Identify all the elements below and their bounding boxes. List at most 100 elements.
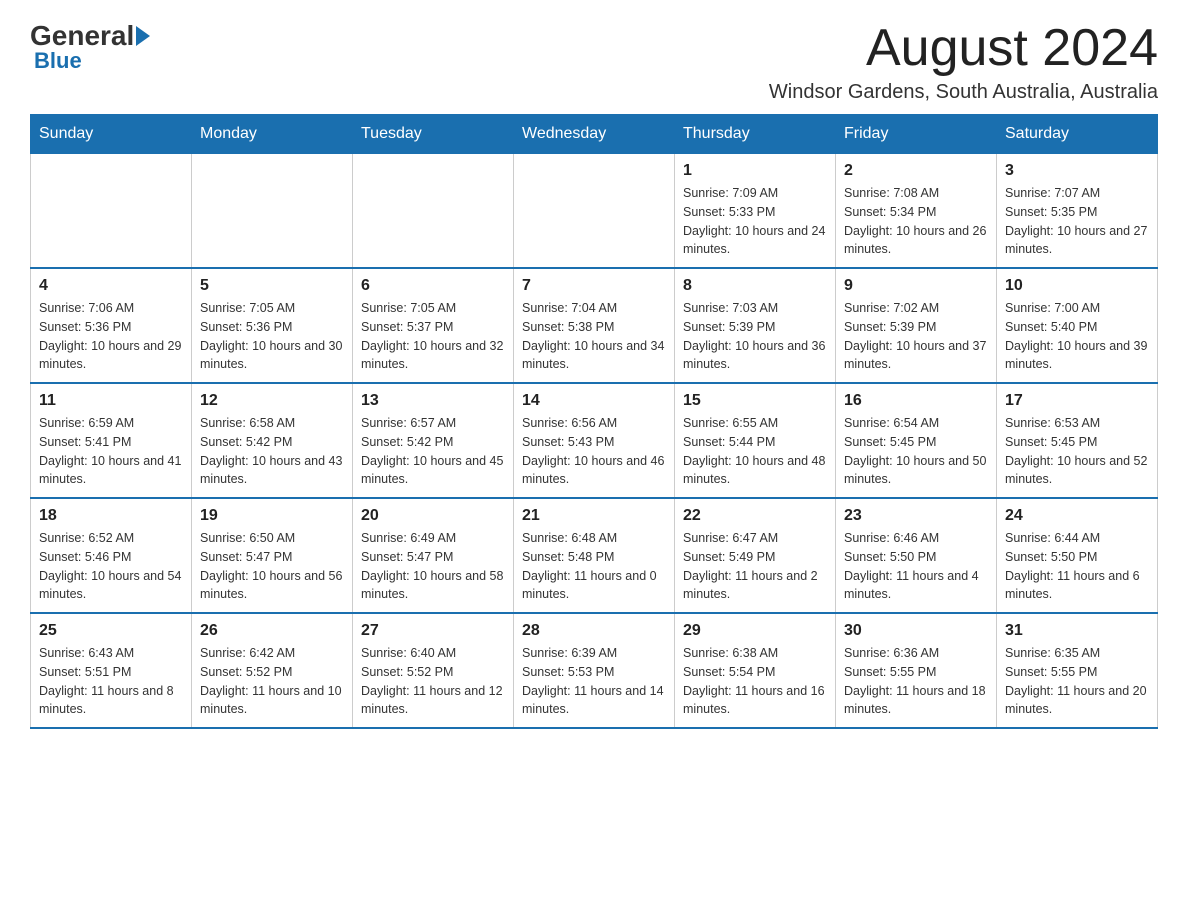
calendar-cell: 13Sunrise: 6:57 AMSunset: 5:42 PMDayligh… bbox=[353, 383, 514, 498]
day-number: 1 bbox=[683, 162, 827, 180]
calendar-cell: 9 Sunrise: 7:02 AMSunset: 5:39 PMDaylight… bbox=[836, 268, 997, 383]
calendar-cell: 24Sunrise: 6:44 AMSunset: 5:50 PMDayligh… bbox=[997, 498, 1158, 613]
day-number: 17 bbox=[1005, 392, 1149, 410]
calendar-cell: 5 Sunrise: 7:05 AMSunset: 5:36 PMDaylight… bbox=[192, 268, 353, 383]
day-info: Sunrise: 7:00 AMSunset: 5:40 PMDaylight:… bbox=[1005, 299, 1149, 374]
calendar-cell: 14 Sunrise: 6:56 AMSunset: 5:43 PMDayligh… bbox=[514, 383, 675, 498]
header-day-monday: Monday bbox=[192, 115, 353, 154]
day-number: 28 bbox=[522, 622, 666, 640]
calendar-cell bbox=[31, 154, 192, 269]
day-info: Sunrise: 6:46 AMSunset: 5:50 PMDaylight:… bbox=[844, 529, 988, 604]
calendar-cell: 20 Sunrise: 6:49 AMSunset: 5:47 PMDayligh… bbox=[353, 498, 514, 613]
day-info: Sunrise: 7:05 AMSunset: 5:36 PMDaylight:… bbox=[200, 299, 344, 374]
day-info: Sunrise: 6:59 AMSunset: 5:41 PMDaylight:… bbox=[39, 414, 183, 489]
header-day-wednesday: Wednesday bbox=[514, 115, 675, 154]
day-info: Sunrise: 6:40 AMSunset: 5:52 PMDaylight:… bbox=[361, 644, 505, 719]
logo-blue: Blue bbox=[34, 48, 82, 74]
day-number: 24 bbox=[1005, 507, 1149, 525]
header-day-tuesday: Tuesday bbox=[353, 115, 514, 154]
day-number: 25 bbox=[39, 622, 183, 640]
calendar-cell: 31Sunrise: 6:35 AMSunset: 5:55 PMDayligh… bbox=[997, 613, 1158, 728]
day-number: 23 bbox=[844, 507, 988, 525]
day-info: Sunrise: 6:50 AMSunset: 5:47 PMDaylight:… bbox=[200, 529, 344, 604]
day-number: 8 bbox=[683, 277, 827, 295]
day-info: Sunrise: 6:43 AMSunset: 5:51 PMDaylight:… bbox=[39, 644, 183, 719]
day-number: 9 bbox=[844, 277, 988, 295]
calendar-cell: 2Sunrise: 7:08 AMSunset: 5:34 PMDaylight… bbox=[836, 154, 997, 269]
day-number: 4 bbox=[39, 277, 183, 295]
day-info: Sunrise: 6:54 AMSunset: 5:45 PMDaylight:… bbox=[844, 414, 988, 489]
day-info: Sunrise: 7:03 AMSunset: 5:39 PMDaylight:… bbox=[683, 299, 827, 374]
calendar-week-row: 11Sunrise: 6:59 AMSunset: 5:41 PMDayligh… bbox=[31, 383, 1158, 498]
calendar-cell: 10 Sunrise: 7:00 AMSunset: 5:40 PMDayligh… bbox=[997, 268, 1158, 383]
calendar-week-row: 25 Sunrise: 6:43 AMSunset: 5:51 PMDayligh… bbox=[31, 613, 1158, 728]
day-number: 22 bbox=[683, 507, 827, 525]
day-number: 27 bbox=[361, 622, 505, 640]
day-info: Sunrise: 6:36 AMSunset: 5:55 PMDaylight:… bbox=[844, 644, 988, 719]
day-number: 13 bbox=[361, 392, 505, 410]
calendar-cell: 25 Sunrise: 6:43 AMSunset: 5:51 PMDayligh… bbox=[31, 613, 192, 728]
day-info: Sunrise: 6:53 AMSunset: 5:45 PMDaylight:… bbox=[1005, 414, 1149, 489]
day-number: 16 bbox=[844, 392, 988, 410]
calendar-cell: 12Sunrise: 6:58 AMSunset: 5:42 PMDayligh… bbox=[192, 383, 353, 498]
day-number: 12 bbox=[200, 392, 344, 410]
day-number: 18 bbox=[39, 507, 183, 525]
day-info: Sunrise: 6:56 AMSunset: 5:43 PMDaylight:… bbox=[522, 414, 666, 489]
calendar-table: SundayMondayTuesdayWednesdayThursdayFrid… bbox=[30, 114, 1158, 729]
calendar-cell: 15Sunrise: 6:55 AMSunset: 5:44 PMDayligh… bbox=[675, 383, 836, 498]
day-info: Sunrise: 7:09 AMSunset: 5:33 PMDaylight:… bbox=[683, 184, 827, 259]
day-info: Sunrise: 6:38 AMSunset: 5:54 PMDaylight:… bbox=[683, 644, 827, 719]
day-number: 29 bbox=[683, 622, 827, 640]
day-info: Sunrise: 7:06 AMSunset: 5:36 PMDaylight:… bbox=[39, 299, 183, 374]
calendar-cell: 18 Sunrise: 6:52 AMSunset: 5:46 PMDayligh… bbox=[31, 498, 192, 613]
month-title: August 2024 bbox=[769, 20, 1158, 77]
day-info: Sunrise: 6:47 AMSunset: 5:49 PMDaylight:… bbox=[683, 529, 827, 604]
day-number: 26 bbox=[200, 622, 344, 640]
day-info: Sunrise: 6:49 AMSunset: 5:47 PMDaylight:… bbox=[361, 529, 505, 604]
calendar-week-row: 4 Sunrise: 7:06 AMSunset: 5:36 PMDaylight… bbox=[31, 268, 1158, 383]
title-section: August 2024 Windsor Gardens, South Austr… bbox=[769, 20, 1158, 104]
day-info: Sunrise: 7:02 AMSunset: 5:39 PMDaylight:… bbox=[844, 299, 988, 374]
calendar-cell: 3Sunrise: 7:07 AMSunset: 5:35 PMDaylight… bbox=[997, 154, 1158, 269]
calendar-cell: 6Sunrise: 7:05 AMSunset: 5:37 PMDaylight… bbox=[353, 268, 514, 383]
calendar-header-row: SundayMondayTuesdayWednesdayThursdayFrid… bbox=[31, 115, 1158, 154]
day-number: 21 bbox=[522, 507, 666, 525]
calendar-cell: 4 Sunrise: 7:06 AMSunset: 5:36 PMDaylight… bbox=[31, 268, 192, 383]
calendar-cell: 29 Sunrise: 6:38 AMSunset: 5:54 PMDayligh… bbox=[675, 613, 836, 728]
calendar-cell bbox=[192, 154, 353, 269]
calendar-cell: 7 Sunrise: 7:04 AMSunset: 5:38 PMDaylight… bbox=[514, 268, 675, 383]
day-info: Sunrise: 6:39 AMSunset: 5:53 PMDaylight:… bbox=[522, 644, 666, 719]
day-info: Sunrise: 6:55 AMSunset: 5:44 PMDaylight:… bbox=[683, 414, 827, 489]
header-day-thursday: Thursday bbox=[675, 115, 836, 154]
calendar-cell: 30 Sunrise: 6:36 AMSunset: 5:55 PMDayligh… bbox=[836, 613, 997, 728]
calendar-cell: 26Sunrise: 6:42 AMSunset: 5:52 PMDayligh… bbox=[192, 613, 353, 728]
day-number: 31 bbox=[1005, 622, 1149, 640]
logo: General Blue bbox=[30, 20, 152, 74]
day-number: 14 bbox=[522, 392, 666, 410]
day-number: 30 bbox=[844, 622, 988, 640]
calendar-cell: 19Sunrise: 6:50 AMSunset: 5:47 PMDayligh… bbox=[192, 498, 353, 613]
day-number: 7 bbox=[522, 277, 666, 295]
calendar-cell: 17 Sunrise: 6:53 AMSunset: 5:45 PMDayligh… bbox=[997, 383, 1158, 498]
day-number: 10 bbox=[1005, 277, 1149, 295]
calendar-week-row: 18 Sunrise: 6:52 AMSunset: 5:46 PMDayligh… bbox=[31, 498, 1158, 613]
calendar-cell: 23 Sunrise: 6:46 AMSunset: 5:50 PMDayligh… bbox=[836, 498, 997, 613]
day-info: Sunrise: 7:04 AMSunset: 5:38 PMDaylight:… bbox=[522, 299, 666, 374]
calendar-cell: 28 Sunrise: 6:39 AMSunset: 5:53 PMDayligh… bbox=[514, 613, 675, 728]
calendar-cell: 27 Sunrise: 6:40 AMSunset: 5:52 PMDayligh… bbox=[353, 613, 514, 728]
day-number: 2 bbox=[844, 162, 988, 180]
calendar-cell: 1 Sunrise: 7:09 AMSunset: 5:33 PMDaylight… bbox=[675, 154, 836, 269]
day-number: 3 bbox=[1005, 162, 1149, 180]
day-number: 20 bbox=[361, 507, 505, 525]
day-info: Sunrise: 6:52 AMSunset: 5:46 PMDaylight:… bbox=[39, 529, 183, 604]
logo-triangle-icon bbox=[136, 26, 150, 46]
day-number: 6 bbox=[361, 277, 505, 295]
location-title: Windsor Gardens, South Australia, Austra… bbox=[769, 81, 1158, 104]
calendar-cell bbox=[353, 154, 514, 269]
calendar-week-row: 1 Sunrise: 7:09 AMSunset: 5:33 PMDaylight… bbox=[31, 154, 1158, 269]
calendar-cell: 11Sunrise: 6:59 AMSunset: 5:41 PMDayligh… bbox=[31, 383, 192, 498]
header-day-saturday: Saturday bbox=[997, 115, 1158, 154]
calendar-cell: 22 Sunrise: 6:47 AMSunset: 5:49 PMDayligh… bbox=[675, 498, 836, 613]
calendar-cell: 8 Sunrise: 7:03 AMSunset: 5:39 PMDaylight… bbox=[675, 268, 836, 383]
day-number: 5 bbox=[200, 277, 344, 295]
